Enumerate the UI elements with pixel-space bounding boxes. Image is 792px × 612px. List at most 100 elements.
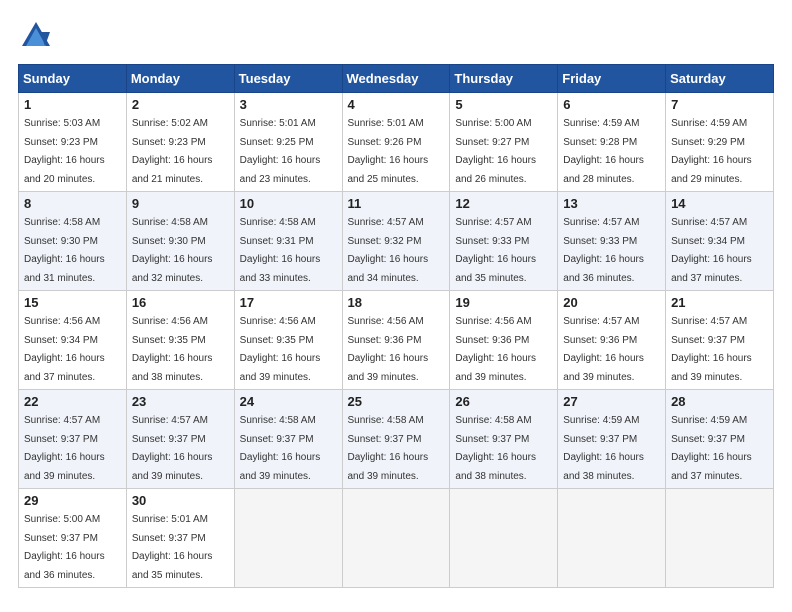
day-number: 6 bbox=[563, 97, 660, 112]
header bbox=[18, 18, 774, 54]
day-detail: Sunrise: 4:57 AMSunset: 9:33 PMDaylight:… bbox=[455, 217, 536, 284]
day-detail: Sunrise: 4:58 AMSunset: 9:37 PMDaylight:… bbox=[348, 415, 429, 482]
day-number: 9 bbox=[132, 196, 229, 211]
day-number: 28 bbox=[671, 394, 768, 409]
day-detail: Sunrise: 5:02 AMSunset: 9:23 PMDaylight:… bbox=[132, 118, 213, 185]
day-detail: Sunrise: 4:57 AMSunset: 9:37 PMDaylight:… bbox=[132, 415, 213, 482]
day-number: 15 bbox=[24, 295, 121, 310]
calendar-cell: 4 Sunrise: 5:01 AMSunset: 9:26 PMDaylight… bbox=[342, 93, 450, 192]
calendar-cell: 16 Sunrise: 4:56 AMSunset: 9:35 PMDayligh… bbox=[126, 291, 234, 390]
weekday-header-wednesday: Wednesday bbox=[342, 65, 450, 93]
calendar-cell: 26 Sunrise: 4:58 AMSunset: 9:37 PMDayligh… bbox=[450, 390, 558, 489]
day-number: 8 bbox=[24, 196, 121, 211]
day-number: 23 bbox=[132, 394, 229, 409]
weekday-header-tuesday: Tuesday bbox=[234, 65, 342, 93]
day-detail: Sunrise: 4:58 AMSunset: 9:37 PMDaylight:… bbox=[240, 415, 321, 482]
day-detail: Sunrise: 4:59 AMSunset: 9:29 PMDaylight:… bbox=[671, 118, 752, 185]
day-detail: Sunrise: 4:58 AMSunset: 9:31 PMDaylight:… bbox=[240, 217, 321, 284]
calendar-week-5: 29 Sunrise: 5:00 AMSunset: 9:37 PMDayligh… bbox=[19, 489, 774, 588]
calendar-cell: 12 Sunrise: 4:57 AMSunset: 9:33 PMDayligh… bbox=[450, 192, 558, 291]
weekday-header-thursday: Thursday bbox=[450, 65, 558, 93]
calendar-cell: 2 Sunrise: 5:02 AMSunset: 9:23 PMDaylight… bbox=[126, 93, 234, 192]
day-number: 2 bbox=[132, 97, 229, 112]
day-detail: Sunrise: 5:03 AMSunset: 9:23 PMDaylight:… bbox=[24, 118, 105, 185]
day-number: 11 bbox=[348, 196, 445, 211]
calendar-table: SundayMondayTuesdayWednesdayThursdayFrid… bbox=[18, 64, 774, 588]
day-detail: Sunrise: 5:00 AMSunset: 9:37 PMDaylight:… bbox=[24, 514, 105, 581]
day-number: 4 bbox=[348, 97, 445, 112]
calendar-cell: 5 Sunrise: 5:00 AMSunset: 9:27 PMDaylight… bbox=[450, 93, 558, 192]
day-detail: Sunrise: 4:56 AMSunset: 9:36 PMDaylight:… bbox=[455, 316, 536, 383]
day-number: 3 bbox=[240, 97, 337, 112]
calendar-cell: 23 Sunrise: 4:57 AMSunset: 9:37 PMDayligh… bbox=[126, 390, 234, 489]
calendar-cell: 10Sunrise: 4:58 AMSunset: 9:31 PMDayligh… bbox=[234, 192, 342, 291]
logo-icon bbox=[18, 18, 54, 54]
calendar-cell: 18Sunrise: 4:56 AMSunset: 9:36 PMDayligh… bbox=[342, 291, 450, 390]
calendar-cell bbox=[450, 489, 558, 588]
day-number: 7 bbox=[671, 97, 768, 112]
day-detail: Sunrise: 5:01 AMSunset: 9:25 PMDaylight:… bbox=[240, 118, 321, 185]
calendar-cell: 24 Sunrise: 4:58 AMSunset: 9:37 PMDayligh… bbox=[234, 390, 342, 489]
day-number: 14 bbox=[671, 196, 768, 211]
calendar-week-1: 1 Sunrise: 5:03 AMSunset: 9:23 PMDaylight… bbox=[19, 93, 774, 192]
weekday-header-monday: Monday bbox=[126, 65, 234, 93]
day-detail: Sunrise: 4:56 AMSunset: 9:34 PMDaylight:… bbox=[24, 316, 105, 383]
weekday-header-friday: Friday bbox=[558, 65, 666, 93]
day-number: 26 bbox=[455, 394, 552, 409]
day-detail: Sunrise: 4:58 AMSunset: 9:30 PMDaylight:… bbox=[24, 217, 105, 284]
day-number: 27 bbox=[563, 394, 660, 409]
day-number: 18 bbox=[348, 295, 445, 310]
calendar-cell: 21Sunrise: 4:57 AMSunset: 9:37 PMDayligh… bbox=[666, 291, 774, 390]
calendar-cell bbox=[666, 489, 774, 588]
calendar-cell bbox=[342, 489, 450, 588]
day-detail: Sunrise: 4:59 AMSunset: 9:37 PMDaylight:… bbox=[671, 415, 752, 482]
day-detail: Sunrise: 4:59 AMSunset: 9:28 PMDaylight:… bbox=[563, 118, 644, 185]
day-detail: Sunrise: 5:01 AMSunset: 9:26 PMDaylight:… bbox=[348, 118, 429, 185]
calendar-cell: 14 Sunrise: 4:57 AMSunset: 9:34 PMDayligh… bbox=[666, 192, 774, 291]
calendar-cell: 22Sunrise: 4:57 AMSunset: 9:37 PMDayligh… bbox=[19, 390, 127, 489]
day-number: 1 bbox=[24, 97, 121, 112]
calendar-cell: 6 Sunrise: 4:59 AMSunset: 9:28 PMDaylight… bbox=[558, 93, 666, 192]
calendar-cell: 29 Sunrise: 5:00 AMSunset: 9:37 PMDayligh… bbox=[19, 489, 127, 588]
day-number: 30 bbox=[132, 493, 229, 508]
calendar-cell: 3 Sunrise: 5:01 AMSunset: 9:25 PMDaylight… bbox=[234, 93, 342, 192]
weekday-header-sunday: Sunday bbox=[19, 65, 127, 93]
day-number: 12 bbox=[455, 196, 552, 211]
weekday-header-saturday: Saturday bbox=[666, 65, 774, 93]
calendar-cell: 28 Sunrise: 4:59 AMSunset: 9:37 PMDayligh… bbox=[666, 390, 774, 489]
calendar-cell: 7 Sunrise: 4:59 AMSunset: 9:29 PMDaylight… bbox=[666, 93, 774, 192]
day-detail: Sunrise: 4:56 AMSunset: 9:35 PMDaylight:… bbox=[132, 316, 213, 383]
calendar-cell: 25Sunrise: 4:58 AMSunset: 9:37 PMDayligh… bbox=[342, 390, 450, 489]
calendar-cell: 15 Sunrise: 4:56 AMSunset: 9:34 PMDayligh… bbox=[19, 291, 127, 390]
calendar-cell: 9Sunrise: 4:58 AMSunset: 9:30 PMDaylight… bbox=[126, 192, 234, 291]
logo bbox=[18, 18, 58, 54]
day-detail: Sunrise: 5:01 AMSunset: 9:37 PMDaylight:… bbox=[132, 514, 213, 581]
day-detail: Sunrise: 4:57 AMSunset: 9:34 PMDaylight:… bbox=[671, 217, 752, 284]
calendar-cell: 11 Sunrise: 4:57 AMSunset: 9:32 PMDayligh… bbox=[342, 192, 450, 291]
calendar-cell: 20 Sunrise: 4:57 AMSunset: 9:36 PMDayligh… bbox=[558, 291, 666, 390]
calendar-week-3: 15 Sunrise: 4:56 AMSunset: 9:34 PMDayligh… bbox=[19, 291, 774, 390]
calendar-cell: 27 Sunrise: 4:59 AMSunset: 9:37 PMDayligh… bbox=[558, 390, 666, 489]
calendar-cell: 8 Sunrise: 4:58 AMSunset: 9:30 PMDaylight… bbox=[19, 192, 127, 291]
day-detail: Sunrise: 4:57 AMSunset: 9:36 PMDaylight:… bbox=[563, 316, 644, 383]
day-number: 13 bbox=[563, 196, 660, 211]
day-detail: Sunrise: 4:57 AMSunset: 9:32 PMDaylight:… bbox=[348, 217, 429, 284]
day-number: 22 bbox=[24, 394, 121, 409]
day-number: 29 bbox=[24, 493, 121, 508]
day-number: 20 bbox=[563, 295, 660, 310]
calendar-cell: 30 Sunrise: 5:01 AMSunset: 9:37 PMDayligh… bbox=[126, 489, 234, 588]
day-detail: Sunrise: 5:00 AMSunset: 9:27 PMDaylight:… bbox=[455, 118, 536, 185]
day-number: 16 bbox=[132, 295, 229, 310]
day-number: 19 bbox=[455, 295, 552, 310]
day-number: 17 bbox=[240, 295, 337, 310]
calendar-cell: 17Sunrise: 4:56 AMSunset: 9:35 PMDayligh… bbox=[234, 291, 342, 390]
day-detail: Sunrise: 4:58 AMSunset: 9:37 PMDaylight:… bbox=[455, 415, 536, 482]
day-number: 5 bbox=[455, 97, 552, 112]
calendar-week-4: 22 Sunrise: 4:57 AMSunset: 9:37 PMDayligh… bbox=[19, 390, 774, 489]
day-number: 24 bbox=[240, 394, 337, 409]
day-detail: Sunrise: 4:57 AMSunset: 9:33 PMDaylight:… bbox=[563, 217, 644, 284]
calendar-cell bbox=[558, 489, 666, 588]
day-detail: Sunrise: 4:59 AMSunset: 9:37 PMDaylight:… bbox=[563, 415, 644, 482]
calendar-cell: 13 Sunrise: 4:57 AMSunset: 9:33 PMDayligh… bbox=[558, 192, 666, 291]
day-detail: Sunrise: 4:57 AMSunset: 9:37 PMDaylight:… bbox=[671, 316, 752, 383]
